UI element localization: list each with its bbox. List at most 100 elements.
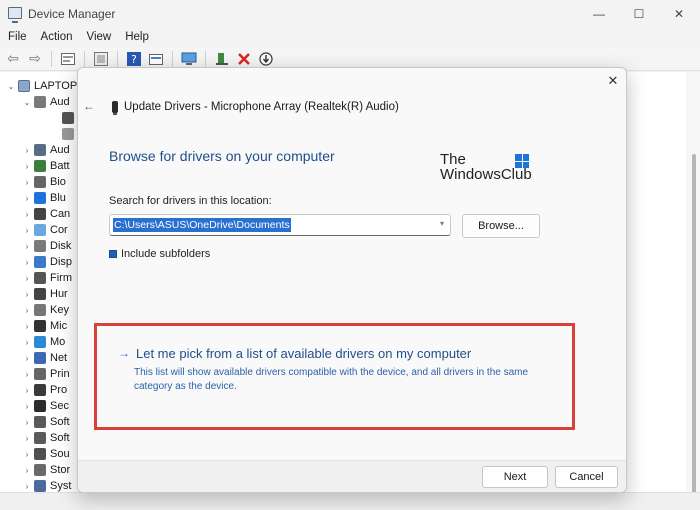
- tree-item[interactable]: [50, 110, 78, 126]
- chevron-icon[interactable]: ⌄: [22, 98, 32, 107]
- tree-item[interactable]: › Batt: [22, 158, 70, 174]
- computer-icon: [18, 80, 30, 92]
- list-view-button[interactable]: [92, 50, 110, 68]
- menu-file[interactable]: File: [8, 31, 27, 43]
- chevron-icon[interactable]: ›: [22, 226, 32, 235]
- chevron-icon[interactable]: ›: [22, 274, 32, 283]
- properties-icon: [61, 52, 75, 65]
- tree-item[interactable]: › Disp: [22, 254, 72, 270]
- chevron-down-icon[interactable]: ⌄: [6, 82, 16, 91]
- tree-item[interactable]: › Disk: [22, 238, 71, 254]
- tree-item[interactable]: [50, 126, 78, 142]
- tree-item-label: Batt: [50, 160, 70, 172]
- tree-item[interactable]: › Mic: [22, 318, 67, 334]
- tree-item-label: Mo: [50, 336, 66, 348]
- chevron-icon[interactable]: ›: [22, 418, 32, 427]
- chevron-icon[interactable]: ›: [22, 322, 32, 331]
- device-category-icon: [34, 208, 46, 220]
- tree-item[interactable]: › Sec: [22, 398, 69, 414]
- properties-button[interactable]: [59, 50, 77, 68]
- next-button[interactable]: Next: [482, 466, 548, 488]
- back-arrow-icon: ⇦: [7, 50, 19, 66]
- scan-hardware-button[interactable]: [180, 50, 198, 68]
- chevron-icon[interactable]: ›: [22, 290, 32, 299]
- tree-item[interactable]: › Cor: [22, 222, 68, 238]
- tree-item[interactable]: › Stor: [22, 462, 70, 478]
- menu-view[interactable]: View: [87, 31, 112, 43]
- chevron-icon[interactable]: ›: [22, 338, 32, 347]
- tree-item[interactable]: › Firm: [22, 270, 72, 286]
- chevron-icon[interactable]: ›: [22, 402, 32, 411]
- device-category-icon: [34, 144, 46, 156]
- tree-root[interactable]: ⌄ LAPTOP: [6, 78, 77, 94]
- tree-item[interactable]: › Key: [22, 302, 69, 318]
- status-bar: [0, 492, 700, 510]
- chevron-icon[interactable]: ›: [22, 258, 32, 267]
- chevron-icon[interactable]: ›: [22, 370, 32, 379]
- menu-action[interactable]: Action: [41, 31, 73, 43]
- chevron-icon[interactable]: ›: [22, 306, 32, 315]
- tree-item[interactable]: › Soft: [22, 430, 70, 446]
- arrow-right-icon: →: [118, 346, 130, 360]
- scrollbar-thumb[interactable]: [692, 154, 696, 510]
- chevron-icon[interactable]: ›: [22, 242, 32, 251]
- watermark-line2: WindowsClub: [440, 166, 532, 183]
- help-button[interactable]: ?: [125, 50, 143, 68]
- chevron-icon[interactable]: ›: [22, 178, 32, 187]
- tree-scrollbar[interactable]: [686, 72, 700, 510]
- tree-item[interactable]: › Sou: [22, 446, 70, 462]
- tree-item-label: Blu: [50, 192, 66, 204]
- maximize-button[interactable]: ☐: [624, 4, 654, 24]
- chevron-icon[interactable]: ›: [22, 210, 32, 219]
- uninstall-button[interactable]: [235, 50, 253, 68]
- chevron-icon[interactable]: ›: [22, 482, 32, 491]
- include-subfolders-checkbox[interactable]: Include subfolders: [109, 248, 210, 260]
- tree-item[interactable]: › Mo: [22, 334, 65, 350]
- chevron-icon[interactable]: ›: [22, 450, 32, 459]
- tree-item[interactable]: › Bio: [22, 174, 66, 190]
- close-window-button[interactable]: ✕: [664, 4, 694, 24]
- tree-item[interactable]: ⌄ Aud: [22, 94, 70, 110]
- tree-item[interactable]: › Blu: [22, 190, 66, 206]
- tree-item[interactable]: › Prin: [22, 366, 70, 382]
- chevron-icon[interactable]: ›: [22, 194, 32, 203]
- tree-item-label: Syst: [50, 480, 72, 492]
- chevron-icon[interactable]: ›: [22, 162, 32, 171]
- disable-device-button[interactable]: [257, 50, 275, 68]
- browse-button[interactable]: Browse...: [462, 214, 540, 238]
- device-category-icon: [34, 352, 46, 364]
- search-location-label: Search for drivers in this location:: [109, 195, 272, 207]
- tree-item[interactable]: › Net: [22, 350, 67, 366]
- search-path-combobox[interactable]: C:\Users\ASUS\OneDrive\Documents ▾: [109, 214, 451, 236]
- toolbar-separator: [117, 50, 118, 67]
- resources-button[interactable]: [147, 50, 165, 68]
- chevron-icon[interactable]: ›: [22, 434, 32, 443]
- pick-from-list-label[interactable]: Let me pick from a list of available dri…: [136, 346, 471, 361]
- menu-help[interactable]: Help: [125, 31, 149, 43]
- back-arrow-icon[interactable]: ←: [83, 99, 95, 113]
- tree-item-label: Mic: [50, 320, 68, 332]
- tree-item[interactable]: › Aud: [22, 142, 70, 158]
- tree-item[interactable]: › Can: [22, 206, 70, 222]
- list-view-icon: [94, 51, 108, 66]
- search-path-value[interactable]: C:\Users\ASUS\OneDrive\Documents: [113, 218, 291, 232]
- chevron-icon[interactable]: ›: [22, 466, 32, 475]
- tree-item[interactable]: › Soft: [22, 414, 70, 430]
- cancel-button[interactable]: Cancel: [555, 466, 618, 488]
- back-button[interactable]: ⇦: [4, 50, 22, 68]
- device-category-icon: [34, 272, 46, 284]
- close-dialog-button[interactable]: ✕: [604, 72, 622, 90]
- chevron-icon[interactable]: ›: [22, 146, 32, 155]
- pick-from-list-link[interactable]: → Let me pick from a list of available d…: [118, 346, 471, 361]
- windows-logo-icon: [515, 154, 529, 168]
- scan-hardware-icon: [181, 52, 197, 65]
- chevron-icon[interactable]: ›: [22, 386, 32, 395]
- tree-item[interactable]: › Pro: [22, 382, 67, 398]
- checkbox-checked-icon[interactable]: [109, 250, 117, 258]
- minimize-button[interactable]: —: [584, 4, 614, 24]
- forward-button[interactable]: ⇨: [26, 50, 44, 68]
- tree-item[interactable]: › Hur: [22, 286, 68, 302]
- chevron-icon[interactable]: ›: [22, 354, 32, 363]
- update-driver-button[interactable]: [213, 50, 231, 68]
- chevron-down-icon[interactable]: ▾: [440, 219, 444, 228]
